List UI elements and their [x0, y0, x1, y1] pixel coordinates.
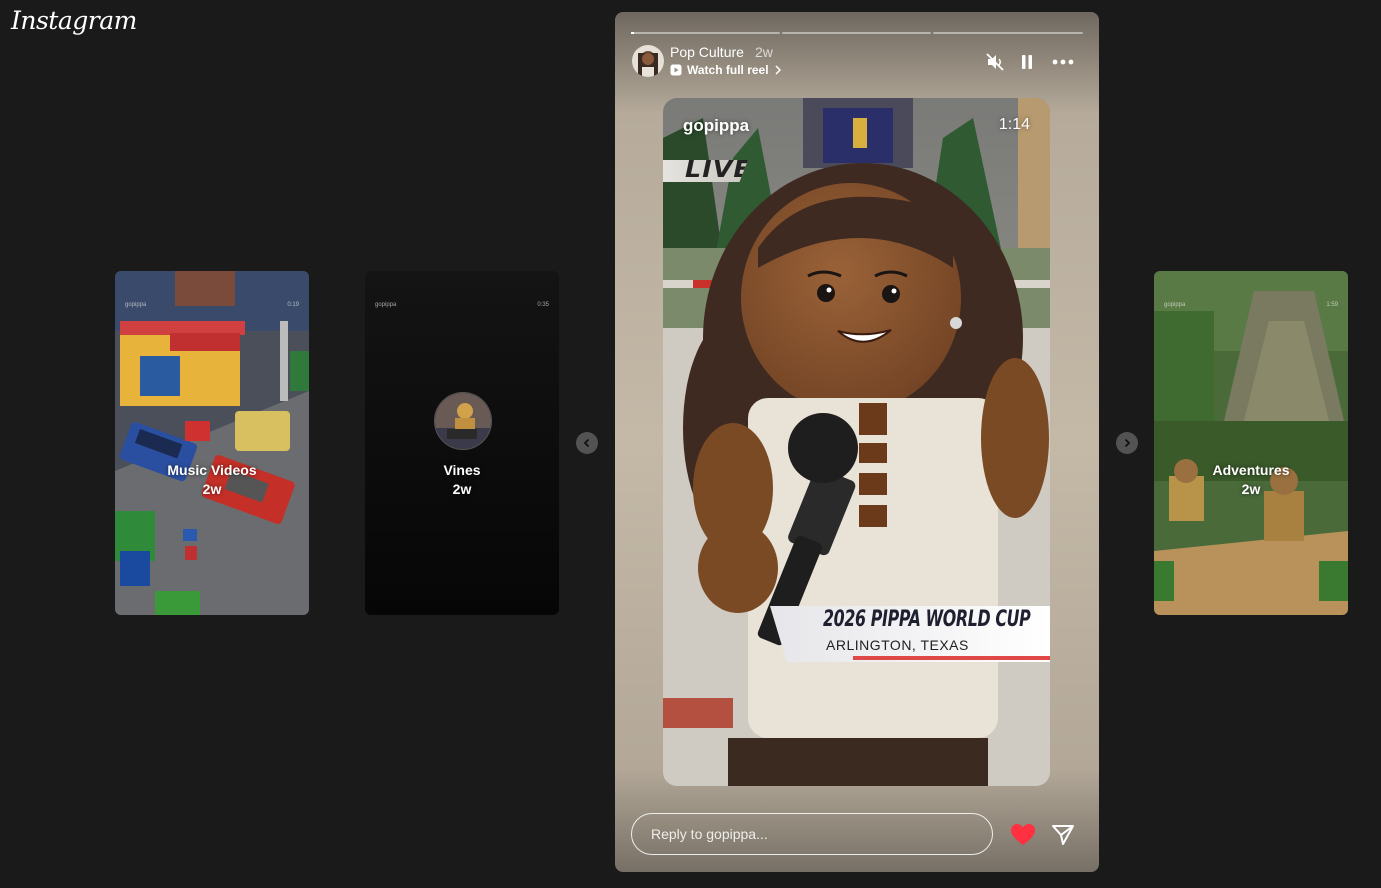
story-thumb-image: [1154, 271, 1348, 615]
live-banner: LIVE: [663, 160, 748, 182]
highlight-name[interactable]: Pop Culture: [670, 44, 744, 60]
story-thumb-time: 2w: [452, 481, 472, 497]
chevron-right-icon: [1124, 438, 1131, 448]
story-thumb-image: [115, 271, 309, 615]
story-thumb-title: Vines: [443, 462, 481, 478]
mute-button[interactable]: [985, 52, 1005, 77]
previous-story-button[interactable]: [576, 432, 598, 454]
chevron-right-icon: [775, 65, 781, 75]
lower-third-accent: [853, 656, 1050, 660]
video-username[interactable]: gopippa: [683, 116, 749, 136]
story-thumb-duration: 0:35: [537, 302, 549, 308]
heart-icon: [1011, 824, 1035, 845]
reply-input[interactable]: [631, 813, 993, 855]
video-frame-image: [663, 98, 1050, 786]
story-thumb-duration: 1:59: [1326, 302, 1338, 308]
send-icon: [1052, 825, 1074, 845]
next-story-button[interactable]: [1116, 432, 1138, 454]
story-progress-fill: [631, 32, 634, 34]
story-thumb-user: gopippa: [1164, 302, 1186, 308]
story-thumb-avatar: [434, 392, 492, 450]
story-thumb-adventures[interactable]: gopippa 1:59 Adventures 2w: [1154, 271, 1348, 615]
story-thumb-vines[interactable]: gopippa 0:35 Vines 2w: [365, 271, 559, 615]
story-thumb-music-videos[interactable]: gopippa 0:19 Music Videos 2w: [115, 271, 309, 615]
highlight-avatar[interactable]: [632, 45, 664, 77]
lower-third-title: 2026 PIPPA WORLD CUP: [823, 607, 1031, 632]
instagram-logo[interactable]: Instagram: [11, 6, 137, 35]
watch-full-reel-label: Watch full reel: [687, 63, 769, 77]
share-button[interactable]: [1051, 823, 1075, 852]
more-options-button[interactable]: [1051, 52, 1075, 77]
story-progress-segment-2: [782, 32, 931, 34]
story-thumb-user: gopippa: [125, 302, 147, 308]
pause-icon: [1022, 55, 1032, 69]
chevron-left-icon: [583, 438, 590, 448]
story-progress-segment-1: [631, 32, 780, 34]
story-thumb-user: gopippa: [375, 302, 397, 308]
story-progress-segment-3: [933, 32, 1083, 34]
story-thumb-duration: 0:19: [287, 302, 299, 308]
story-thumb-time: 2w: [202, 481, 222, 497]
more-icon: [1052, 59, 1074, 65]
story-thumb-time: 2w: [1241, 481, 1261, 497]
active-story-card: Pop Culture 2w Watch full reel gopippa 1…: [615, 12, 1099, 872]
story-age: 2w: [755, 44, 773, 60]
story-thumb-title: Music Videos: [167, 462, 257, 478]
story-video[interactable]: gopippa 1:14 LIVE 2026 PIPPA WORLD CUP A…: [663, 98, 1050, 786]
play-icon: [670, 64, 682, 76]
video-duration: 1:14: [998, 116, 1030, 133]
like-button[interactable]: [1010, 823, 1036, 852]
mute-icon: [986, 53, 1004, 71]
lower-third-subtitle: ARLINGTON, TEXAS: [826, 637, 969, 653]
avatar-image: [632, 45, 664, 77]
story-thumb-title: Adventures: [1212, 462, 1290, 478]
pause-button[interactable]: [1017, 52, 1037, 77]
avatar-image: [435, 393, 491, 449]
watch-full-reel-link[interactable]: Watch full reel: [670, 63, 782, 77]
